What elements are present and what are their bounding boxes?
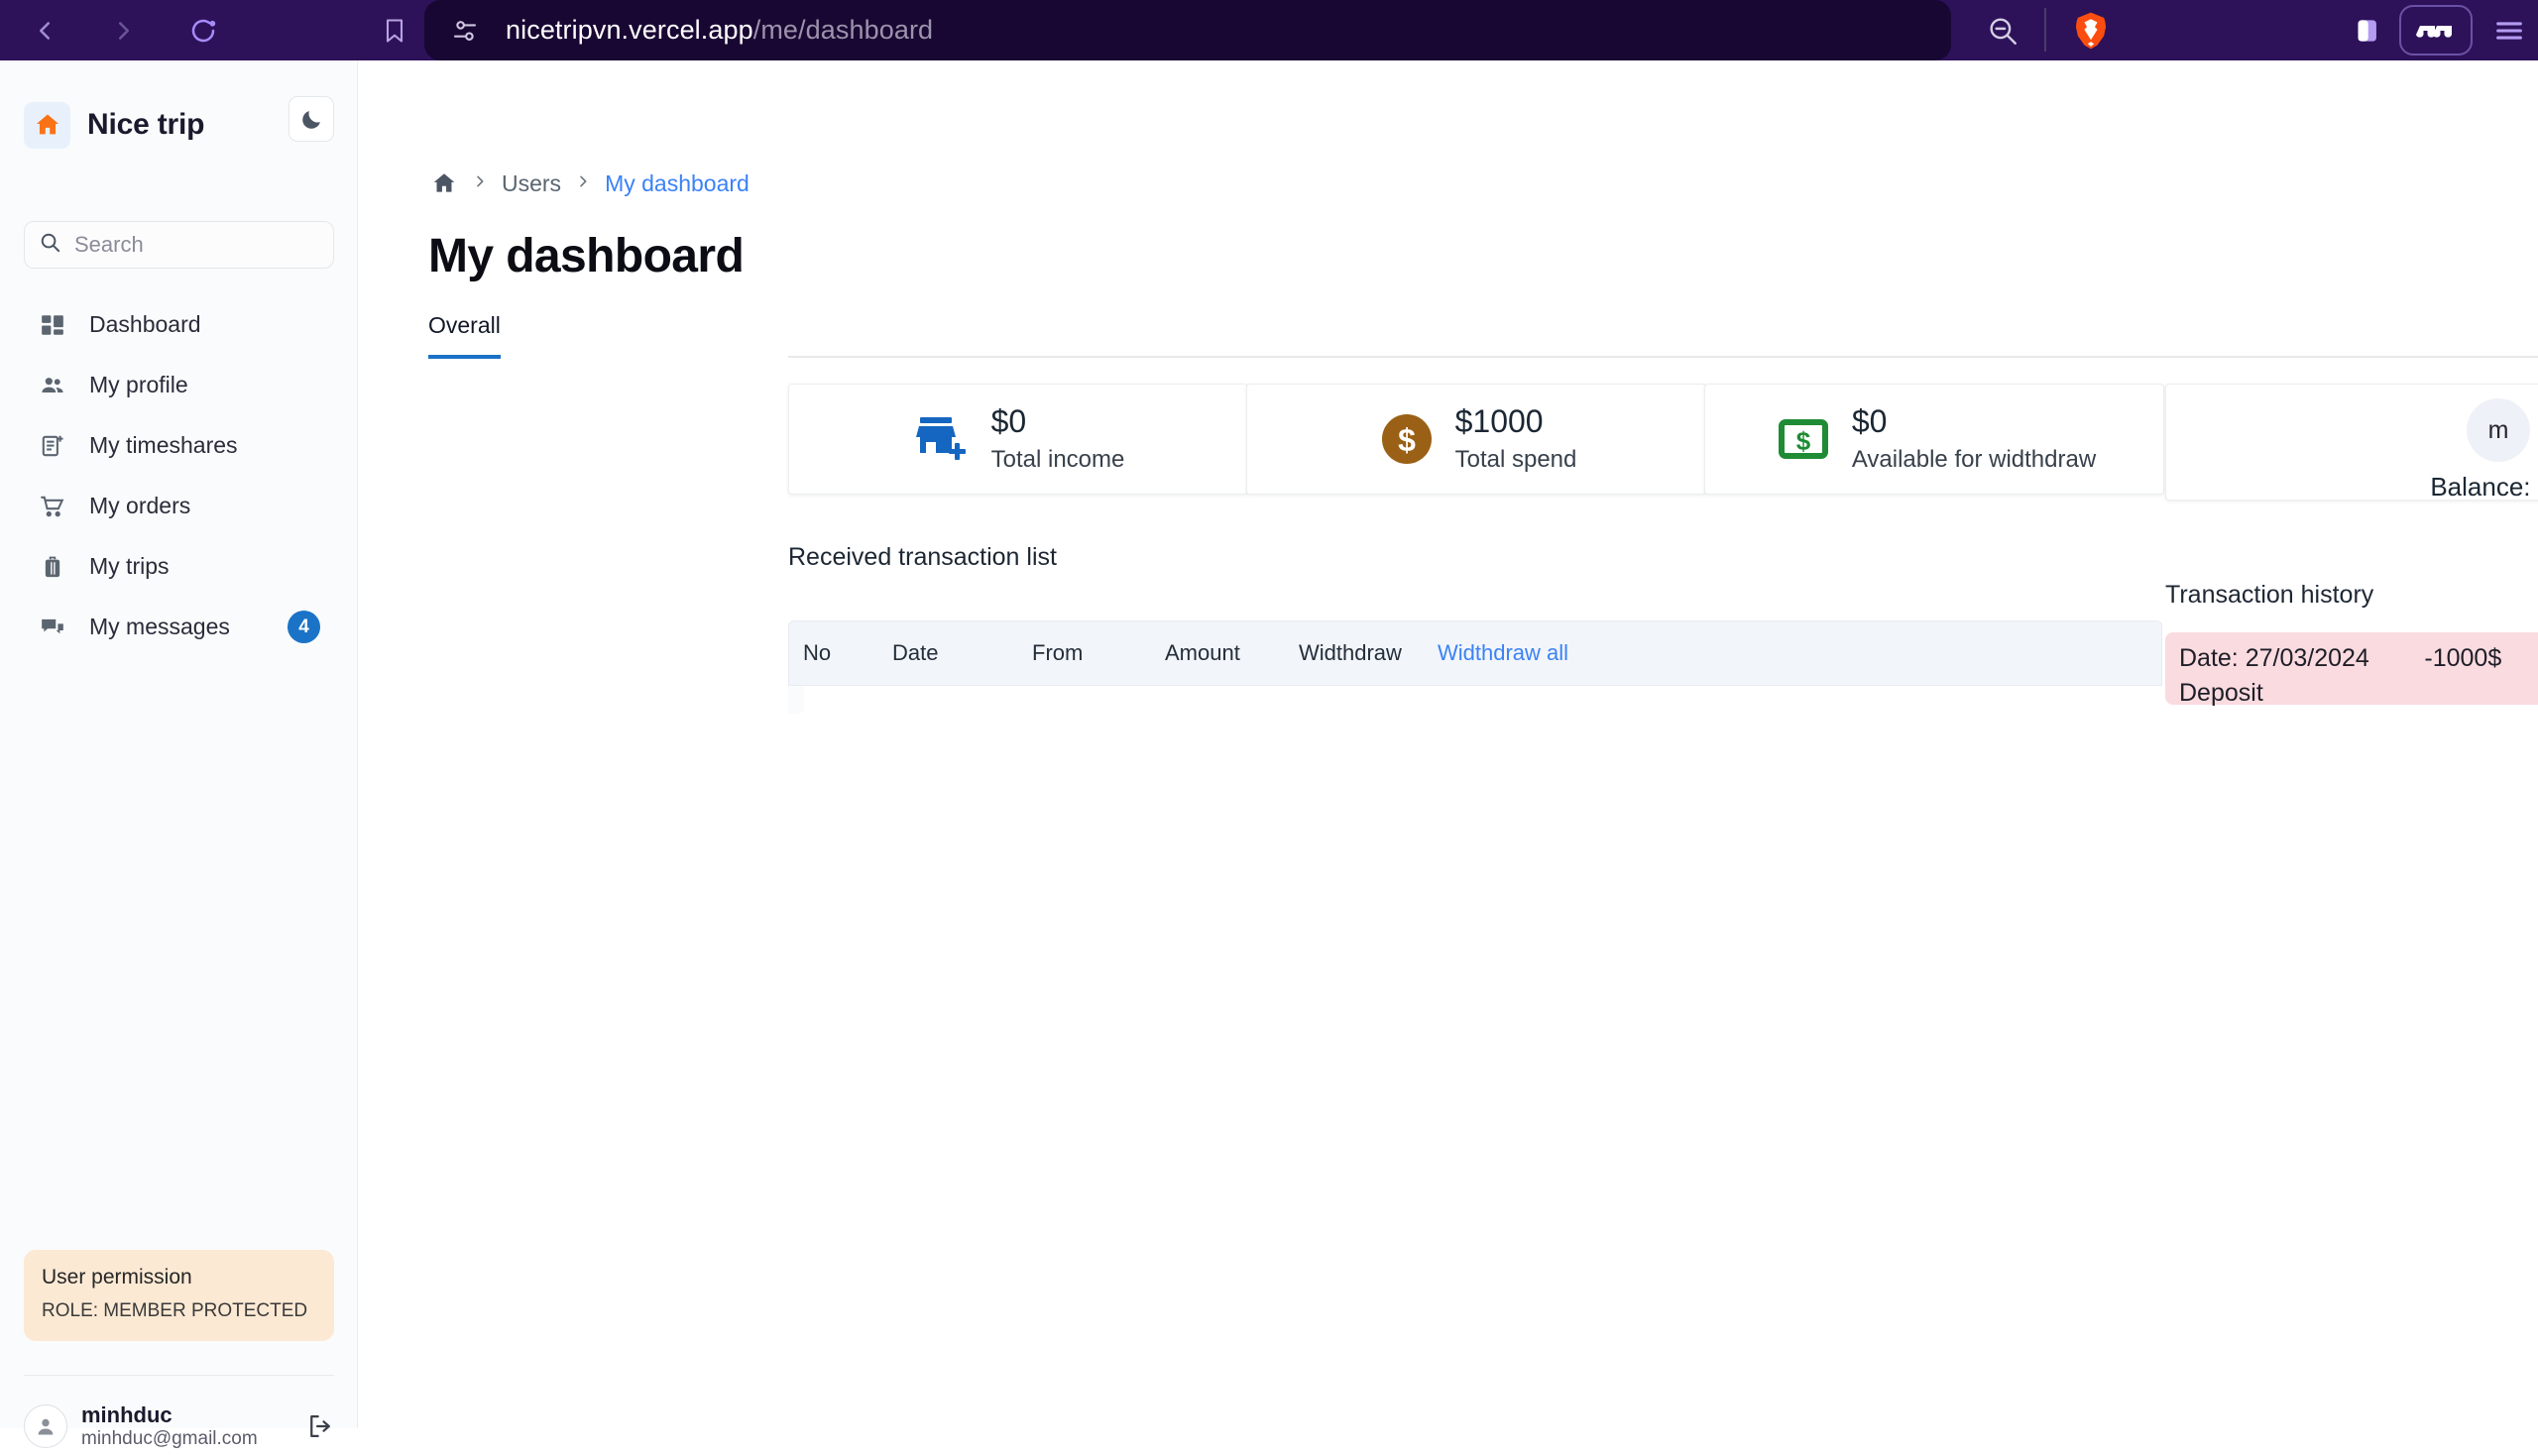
user-name: minhduc (81, 1402, 173, 1427)
breadcrumb-item-users[interactable]: Users (502, 170, 561, 197)
sidebar-item-my-timeshares[interactable]: My timeshares (24, 415, 334, 476)
balance-text: Balance: $0 (2430, 472, 2538, 502)
status-badge: 4 (288, 611, 320, 643)
tab-overall[interactable]: Overall (428, 312, 501, 359)
money-bill-icon: $ (1773, 408, 1834, 470)
sidebar-item-label: My profile (89, 372, 188, 397)
app-sidebar: Nice trip Dashboard My profi (0, 60, 358, 1449)
address-bar[interactable]: nicetripvn.vercel.app/me/dashboard (424, 0, 1951, 60)
sidebar-item-my-messages[interactable]: My messages 4 (24, 597, 334, 657)
tabs-underline (788, 320, 2538, 358)
table-column-date: Date (892, 640, 939, 665)
user-info: minhduc minhduc@gmail.com (81, 1402, 306, 1450)
table-column-no: No (803, 640, 832, 665)
browser-toolbar: nicetripvn.vercel.app/me/dashboard (0, 0, 2538, 60)
avatar (24, 1404, 67, 1448)
breadcrumb: Users My dashboard (430, 169, 750, 197)
table-column-from: From (1032, 640, 1084, 665)
sidebar-item-my-trips[interactable]: My trips (24, 536, 334, 597)
dark-mode-toggle[interactable] (288, 96, 334, 142)
stat-value: $0 (1851, 402, 1888, 439)
tabs: Overall (428, 312, 501, 359)
url-path: /me/dashboard (752, 15, 934, 45)
home-logo-icon[interactable] (24, 101, 70, 149)
svg-text:$: $ (1398, 422, 1416, 458)
document-add-icon (36, 429, 69, 463)
store-add-icon (912, 408, 974, 470)
zoom-out-icon[interactable] (1986, 14, 2019, 48)
transaction-history-entry[interactable]: Date: 27/03/2024 -1000$ Deposit (2165, 632, 2538, 707)
dollar-circle-icon: $ (1376, 408, 1438, 470)
svg-text:$: $ (1796, 426, 1811, 456)
browser-menu-icon[interactable] (2491, 14, 2527, 48)
suitcase-icon (36, 550, 69, 584)
url-text: nicetripvn.vercel.app/me/dashboard (506, 15, 933, 46)
divider (24, 1375, 334, 1376)
cart-icon (36, 490, 69, 523)
transaction-history-date-amount: Date: 27/03/2024 -1000$ (2179, 644, 2502, 672)
widthdraw-all-link[interactable]: Widthdraw all (1438, 640, 1568, 666)
sidebar-item-label: My trips (89, 553, 170, 579)
sidebar-item-my-orders[interactable]: My orders (24, 476, 334, 536)
sidebar-item-label: My timeshares (89, 432, 238, 458)
back-button[interactable] (16, 2, 73, 59)
user-permission-card: User permission ROLE: MEMBER PROTECTED (24, 1250, 334, 1341)
reader-mode-button[interactable] (2399, 5, 2473, 56)
brand-name: Nice trip (87, 108, 205, 141)
balance-card: m Balance: $0 (2165, 384, 2538, 502)
home-icon[interactable] (430, 169, 458, 197)
breadcrumb-separator (575, 170, 591, 196)
people-icon (36, 369, 69, 402)
avatar: m (2467, 398, 2530, 462)
app-viewport: Nice trip Dashboard My profi (0, 60, 2538, 1449)
table-body (788, 686, 804, 714)
sidebar-item-label: My orders (89, 493, 191, 518)
permission-title: User permission (42, 1266, 192, 1288)
bookmark-icon[interactable] (366, 2, 423, 59)
chat-icon (36, 611, 69, 644)
stat-card-total-income: $0 Total income (788, 384, 1248, 495)
page-title: My dashboard (428, 230, 745, 282)
sidebar-item-dashboard[interactable]: Dashboard (24, 294, 334, 355)
sidebar-toggle-icon[interactable] (2350, 14, 2383, 48)
sidebar-item-label: Dashboard (89, 311, 201, 337)
stat-value: $0 (990, 402, 1027, 439)
sidebar-item-my-profile[interactable]: My profile (24, 355, 334, 415)
breadcrumb-separator (472, 170, 488, 196)
site-settings-icon[interactable] (446, 12, 484, 50)
stat-label: Available for widthdraw (1851, 446, 2097, 474)
breadcrumb-item-my-dashboard[interactable]: My dashboard (605, 170, 750, 197)
sidebar-nav: Dashboard My profile My timeshares My or… (24, 294, 334, 657)
permission-role: ROLE: MEMBER PROTECTED (42, 1300, 308, 1321)
stat-value: $1000 (1454, 402, 1544, 439)
transaction-history-title: Transaction history (2165, 581, 2374, 609)
dashboard-icon (36, 308, 69, 342)
brand-row: Nice trip (24, 94, 334, 156)
table-column-amount: Amount (1165, 640, 1240, 665)
logout-icon[interactable] (306, 1409, 334, 1443)
sidebar-search[interactable] (24, 221, 334, 269)
toolbar-divider (2044, 8, 2046, 52)
transaction-table: No Date From Amount Widthdraw Widthdraw … (788, 620, 2162, 714)
table-header-row: No Date From Amount Widthdraw Widthdraw … (788, 620, 2162, 686)
main-content: Users My dashboard My dashboard Overall (359, 60, 2538, 1428)
sidebar-item-label: My messages (89, 614, 230, 639)
transaction-history-type: Deposit (2179, 679, 2263, 707)
sidebar-user-row[interactable]: minhduc minhduc@gmail.com (24, 1397, 334, 1456)
stat-label: Total spend (1454, 446, 1577, 474)
search-icon (39, 231, 61, 259)
search-input[interactable] (74, 232, 307, 258)
table-column-widthdraw: Widthdraw (1299, 640, 1402, 665)
stat-label: Total income (990, 446, 1125, 474)
user-email: minhduc@gmail.com (81, 1428, 258, 1449)
brave-shields-icon[interactable] (2070, 10, 2112, 52)
forward-button[interactable] (95, 2, 153, 59)
stat-card-available-for-withdraw: $ $0 Available for widthdraw (1704, 384, 2164, 495)
url-host: nicetripvn.vercel.app (506, 15, 753, 45)
stat-card-total-spend: $ $1000 Total spend (1246, 384, 1706, 495)
received-transaction-list-title: Received transaction list (788, 543, 1057, 571)
reload-button[interactable] (174, 2, 232, 59)
